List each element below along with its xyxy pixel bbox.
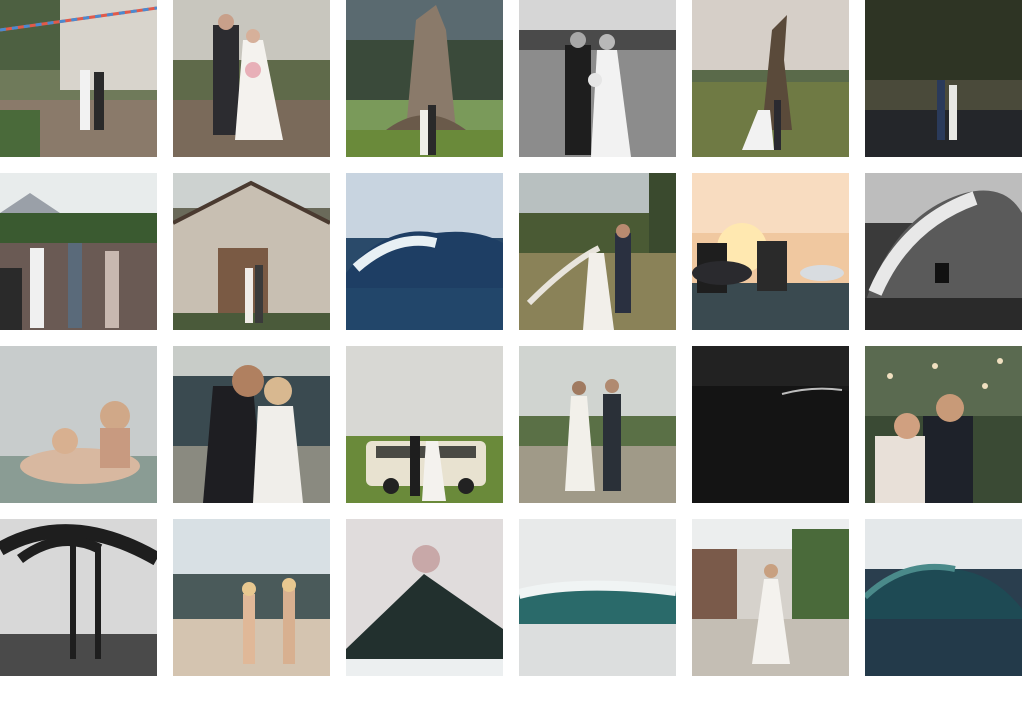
photo-tile[interactable] bbox=[0, 173, 157, 330]
photo-image bbox=[865, 0, 1022, 157]
photo-tile[interactable] bbox=[346, 173, 503, 330]
photo-tile[interactable] bbox=[0, 0, 157, 157]
photo-tile[interactable] bbox=[346, 0, 503, 157]
photo-tile[interactable] bbox=[0, 346, 157, 503]
photo-tile[interactable] bbox=[346, 346, 503, 503]
photo-image bbox=[0, 346, 157, 503]
photo-image bbox=[346, 0, 503, 157]
photo-tile[interactable] bbox=[0, 519, 157, 676]
photo-tile[interactable] bbox=[173, 173, 330, 330]
photo-image bbox=[519, 346, 676, 503]
photo-tile[interactable] bbox=[173, 346, 330, 503]
photo-tile[interactable] bbox=[519, 519, 676, 676]
photo-image bbox=[173, 173, 330, 330]
photo-image bbox=[865, 173, 1022, 330]
photo-image bbox=[865, 519, 1022, 676]
photo-image bbox=[346, 173, 503, 330]
photo-image bbox=[346, 346, 503, 503]
photo-tile[interactable] bbox=[865, 173, 1022, 330]
photo-image bbox=[692, 519, 849, 676]
photo-image bbox=[346, 519, 503, 676]
photo-tile[interactable] bbox=[865, 0, 1022, 157]
photo-image bbox=[0, 173, 157, 330]
photo-tile[interactable] bbox=[865, 519, 1022, 676]
photo-image bbox=[173, 0, 330, 157]
photo-image bbox=[173, 519, 330, 676]
photo-tile[interactable] bbox=[865, 346, 1022, 503]
photo-tile[interactable] bbox=[173, 0, 330, 157]
photo-tile[interactable] bbox=[519, 173, 676, 330]
photo-tile[interactable] bbox=[692, 346, 849, 503]
photo-tile[interactable] bbox=[692, 0, 849, 157]
photo-image bbox=[519, 173, 676, 330]
photo-image bbox=[519, 0, 676, 157]
photo-tile[interactable] bbox=[519, 346, 676, 503]
photo-image bbox=[519, 519, 676, 676]
photo-tile[interactable] bbox=[519, 0, 676, 157]
photo-tile[interactable] bbox=[346, 519, 503, 676]
photo-image bbox=[692, 346, 849, 503]
photo-tile[interactable] bbox=[692, 173, 849, 330]
photo-image bbox=[865, 346, 1022, 503]
photo-tile[interactable] bbox=[692, 519, 849, 676]
photo-grid bbox=[0, 0, 1024, 724]
photo-image bbox=[0, 519, 157, 676]
photo-image bbox=[692, 0, 849, 157]
photo-image bbox=[692, 173, 849, 330]
photo-image bbox=[173, 346, 330, 503]
photo-tile[interactable] bbox=[173, 519, 330, 676]
photo-image bbox=[0, 0, 157, 157]
